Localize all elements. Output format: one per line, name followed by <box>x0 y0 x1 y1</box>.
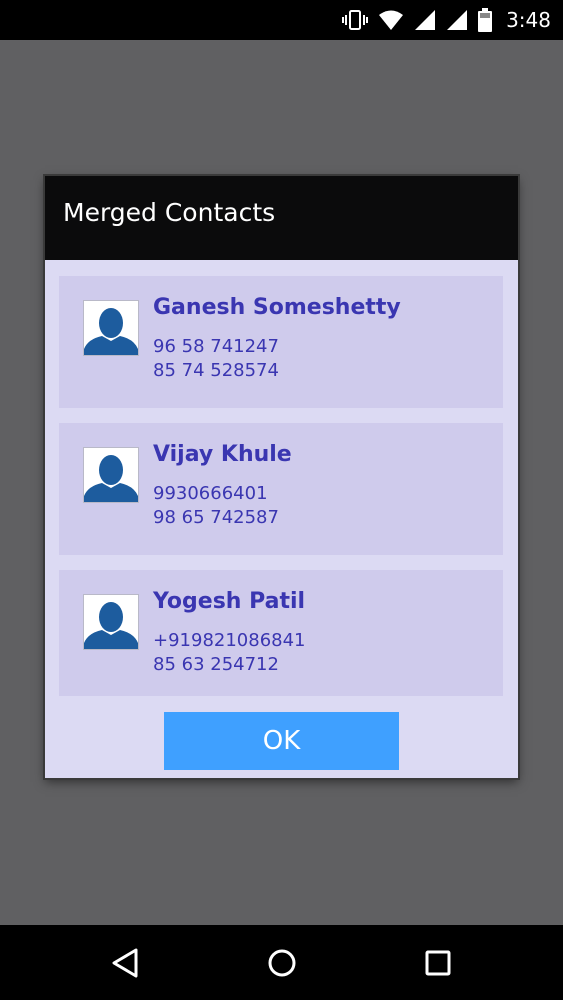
contact-phone: 85 63 254712 <box>153 654 279 675</box>
vibrate-icon <box>342 9 369 31</box>
dialog-title: Merged Contacts <box>63 198 276 227</box>
wifi-icon <box>378 9 404 31</box>
contact-phone: 98 65 742587 <box>153 507 279 528</box>
contact-phone: 9930666401 <box>153 483 268 504</box>
status-bar: 3:48 <box>0 0 563 40</box>
dialog-header: Merged Contacts <box>45 176 518 260</box>
contact-card[interactable]: Vijay Khule 9930666401 98 65 742587 <box>59 423 503 555</box>
person-silhouette-icon <box>83 447 139 503</box>
contact-name: Yogesh Patil <box>153 589 306 614</box>
contact-card[interactable]: Ganesh Someshetty 96 58 741247 85 74 528… <box>59 276 503 408</box>
signal-icon <box>446 9 468 31</box>
contact-phone: +919821086841 <box>153 630 306 651</box>
recents-icon[interactable] <box>418 943 458 983</box>
contact-phone: 96 58 741247 <box>153 336 279 357</box>
merged-contacts-dialog: Merged Contacts Ganesh Someshetty 96 58 … <box>45 176 518 778</box>
navigation-bar <box>0 925 563 1000</box>
contact-phone: 85 74 528574 <box>153 360 279 381</box>
person-silhouette-icon <box>83 300 139 356</box>
back-icon[interactable] <box>105 943 145 983</box>
person-silhouette-icon <box>83 594 139 650</box>
status-icons: 3:48 <box>342 0 551 40</box>
contact-name: Vijay Khule <box>153 442 292 467</box>
battery-icon <box>478 8 493 32</box>
signal-icon <box>414 9 436 31</box>
home-icon[interactable] <box>262 943 302 983</box>
contact-card[interactable]: Yogesh Patil +919821086841 85 63 254712 <box>59 570 503 696</box>
status-clock: 3:48 <box>506 8 551 32</box>
contact-name: Ganesh Someshetty <box>153 295 401 320</box>
ok-button[interactable]: OK <box>164 712 399 770</box>
